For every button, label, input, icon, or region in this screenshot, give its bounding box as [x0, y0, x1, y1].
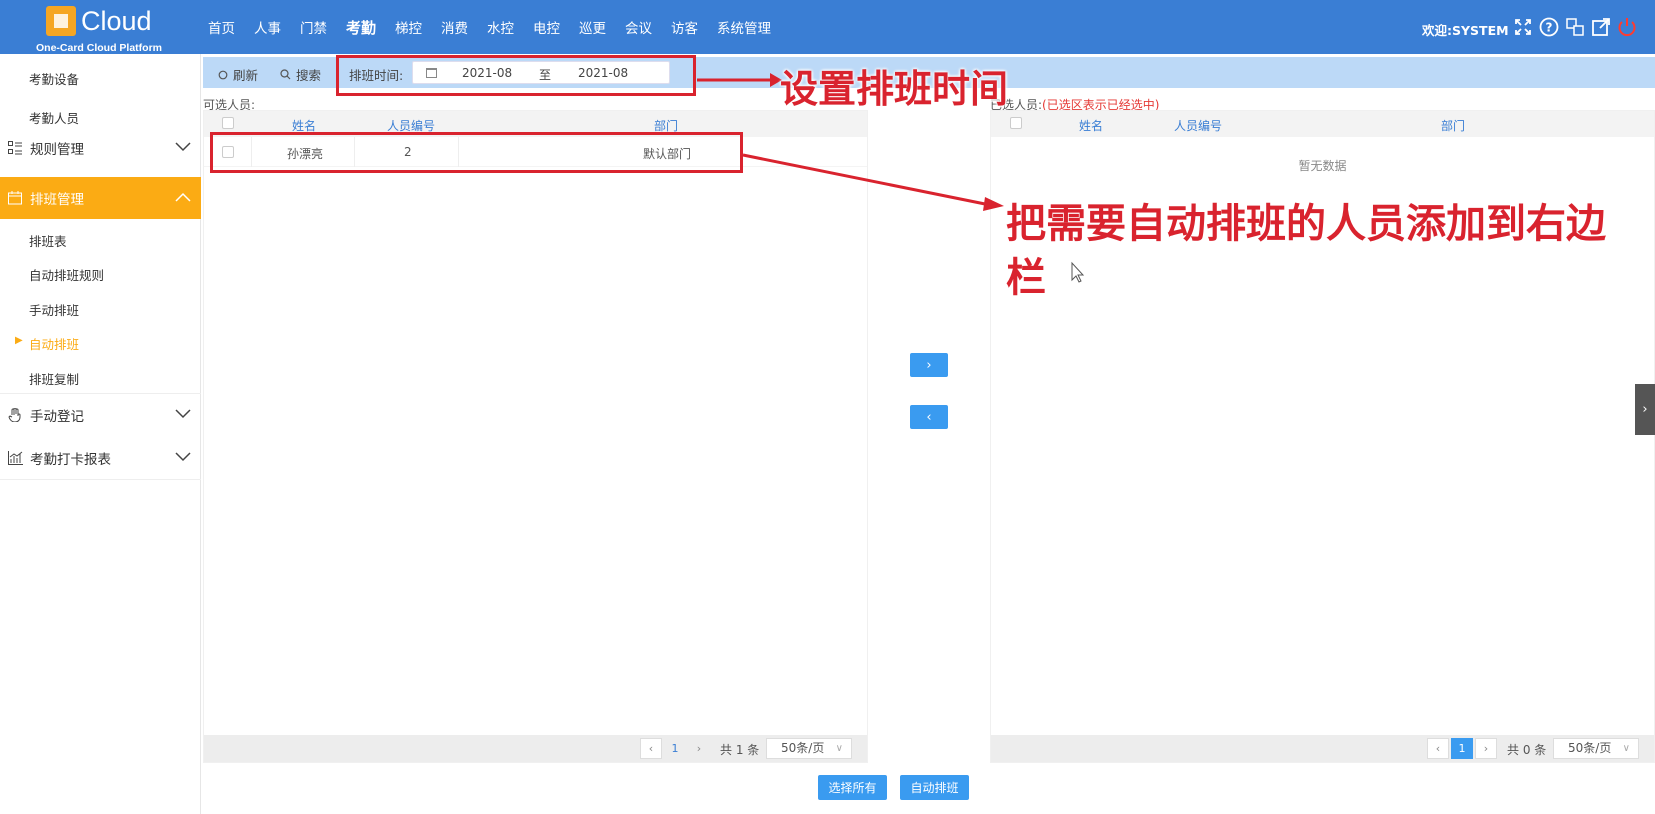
sidebar-item-attendance-device[interactable]: 考勤设备	[29, 69, 79, 88]
page-size-select[interactable]: 50条/页 ∨	[766, 738, 852, 759]
chevron-down-icon	[175, 407, 191, 423]
logo-subtitle: One-Card Cloud Platform	[36, 42, 163, 54]
table-header: 姓名 人员编号 部门	[991, 111, 1654, 137]
prev-page-button[interactable]: ‹	[640, 738, 662, 759]
sidebar-group-rules[interactable]: 规则管理	[0, 127, 201, 169]
welcome-text: 欢迎:SYSTEM	[1422, 23, 1509, 38]
select-all-checkbox[interactable]	[222, 117, 234, 129]
page-number[interactable]: 1	[1451, 738, 1473, 759]
nav-electric[interactable]: 电控	[533, 17, 560, 37]
annotation-add-people-line1: 把需要自动排班的人员添加到右边	[1006, 201, 1606, 247]
help-icon[interactable]: ?	[1538, 16, 1560, 38]
annotation-box-time	[336, 55, 696, 96]
sidebar-group-label: 手动登记	[30, 409, 84, 425]
sidebar-group-label: 规则管理	[30, 142, 84, 158]
sidebar-group-label: 考勤打卡报表	[30, 452, 111, 468]
chevron-up-icon	[175, 190, 191, 206]
annotation-set-time: 设置排班时间	[780, 67, 1009, 111]
nav-access[interactable]: 门禁	[300, 17, 327, 37]
hand-icon	[8, 407, 24, 423]
page-number[interactable]: 1	[664, 738, 686, 759]
available-staff-panel: 姓名 人员编号 部门 孙漂亮 2 默认部门 ‹ 1 › 共 1 条 50条/页 …	[203, 110, 868, 763]
search-icon	[280, 69, 291, 80]
power-icon[interactable]	[1616, 16, 1638, 38]
logo-cube-icon	[46, 6, 76, 36]
column-header-id: 人员编号	[1174, 119, 1223, 133]
logo[interactable]: Cloud One-Card Cloud Platform	[36, 4, 166, 54]
external-link-icon[interactable]	[1590, 16, 1612, 38]
prev-page-button[interactable]: ‹	[1427, 738, 1449, 759]
nav-water[interactable]: 水控	[487, 17, 514, 37]
next-page-button[interactable]: ›	[688, 738, 710, 759]
refresh-button[interactable]: 刷新	[218, 65, 258, 84]
select-all-checkbox[interactable]	[1010, 117, 1022, 129]
top-bar: Cloud One-Card Cloud Platform 首页 人事 门禁 考…	[0, 0, 1655, 54]
sidebar-item-manual-schedule[interactable]: 手动排班	[29, 300, 79, 319]
side-expand-tab[interactable]: ›	[1635, 384, 1655, 435]
sidebar-item-auto-rules[interactable]: 自动排班规则	[29, 265, 104, 284]
fullscreen-icon[interactable]	[1512, 16, 1534, 38]
annotation-box-row	[210, 132, 743, 173]
sidebar-group-label: 排班管理	[30, 192, 84, 208]
search-button[interactable]: 搜索	[280, 65, 321, 84]
calendar-icon	[8, 190, 24, 206]
total-count: 共 1 条	[720, 743, 760, 757]
sidebar-group-manual-register[interactable]: 手动登记	[0, 394, 201, 436]
list-icon	[8, 140, 24, 156]
logo-text: Cloud	[81, 6, 152, 36]
nav-meeting[interactable]: 会议	[625, 17, 652, 37]
nav-visitor[interactable]: 访客	[671, 17, 698, 37]
refresh-icon	[218, 70, 228, 79]
chevron-down-icon: ∨	[835, 743, 843, 754]
page-size-value: 50条/页	[781, 741, 825, 755]
nav-attendance[interactable]: 考勤	[346, 17, 376, 38]
sidebar-group-report[interactable]: 考勤打卡报表	[0, 437, 201, 479]
column-header-dept: 部门	[1441, 119, 1466, 133]
select-all-button[interactable]: 选择所有	[818, 775, 887, 800]
sidebar: 考勤设备 考勤人员 规则管理 排班管理 排班表 自动排班规则 手动排班 ▶ 自动…	[0, 54, 201, 814]
svg-text:?: ?	[1546, 21, 1553, 35]
nav-home[interactable]: 首页	[208, 17, 235, 37]
pagination: ‹ 1 › 共 1 条 50条/页 ∨	[204, 735, 867, 762]
nav-patrol[interactable]: 巡更	[579, 17, 606, 37]
refresh-label: 刷新	[233, 68, 259, 83]
chart-icon	[8, 450, 24, 466]
top-icons: ?	[1512, 16, 1638, 38]
search-label: 搜索	[296, 68, 322, 83]
active-marker-icon: ▶	[15, 335, 23, 346]
move-right-button[interactable]: ›	[910, 353, 948, 377]
divider	[0, 479, 201, 480]
sidebar-item-auto-schedule[interactable]: 自动排班	[29, 334, 79, 353]
chevron-down-icon	[175, 450, 191, 466]
next-page-button[interactable]: ›	[1475, 738, 1497, 759]
nav-system[interactable]: 系统管理	[717, 17, 771, 37]
nav-elevator[interactable]: 梯控	[395, 17, 422, 37]
sidebar-item-attendance-staff[interactable]: 考勤人员	[29, 108, 79, 127]
sidebar-item-schedule-table[interactable]: 排班表	[29, 231, 67, 250]
language-icon[interactable]	[1564, 16, 1586, 38]
sidebar-group-schedule[interactable]: 排班管理	[0, 177, 201, 219]
empty-state-text: 暂无数据	[1298, 159, 1347, 173]
sidebar-item-schedule-copy[interactable]: 排班复制	[29, 369, 79, 388]
page-size-select[interactable]: 50条/页 ∨	[1553, 738, 1639, 759]
chevron-down-icon	[175, 140, 191, 156]
pagination: ‹ 1 › 共 0 条 50条/页 ∨	[991, 735, 1654, 762]
move-left-button[interactable]: ‹	[910, 405, 948, 429]
column-header-name: 姓名	[1079, 119, 1104, 133]
auto-schedule-button[interactable]: 自动排班	[900, 775, 969, 800]
chevron-down-icon: ∨	[1622, 743, 1630, 754]
nav-consume[interactable]: 消费	[441, 17, 468, 37]
page-size-value: 50条/页	[1568, 741, 1612, 755]
total-count: 共 0 条	[1507, 743, 1547, 757]
nav-hr[interactable]: 人事	[254, 17, 281, 37]
annotation-add-people-line2: 栏	[1006, 255, 1046, 301]
main-nav: 首页 人事 门禁 考勤 梯控 消费 水控 电控 巡更 会议 访客 系统管理	[208, 0, 790, 54]
